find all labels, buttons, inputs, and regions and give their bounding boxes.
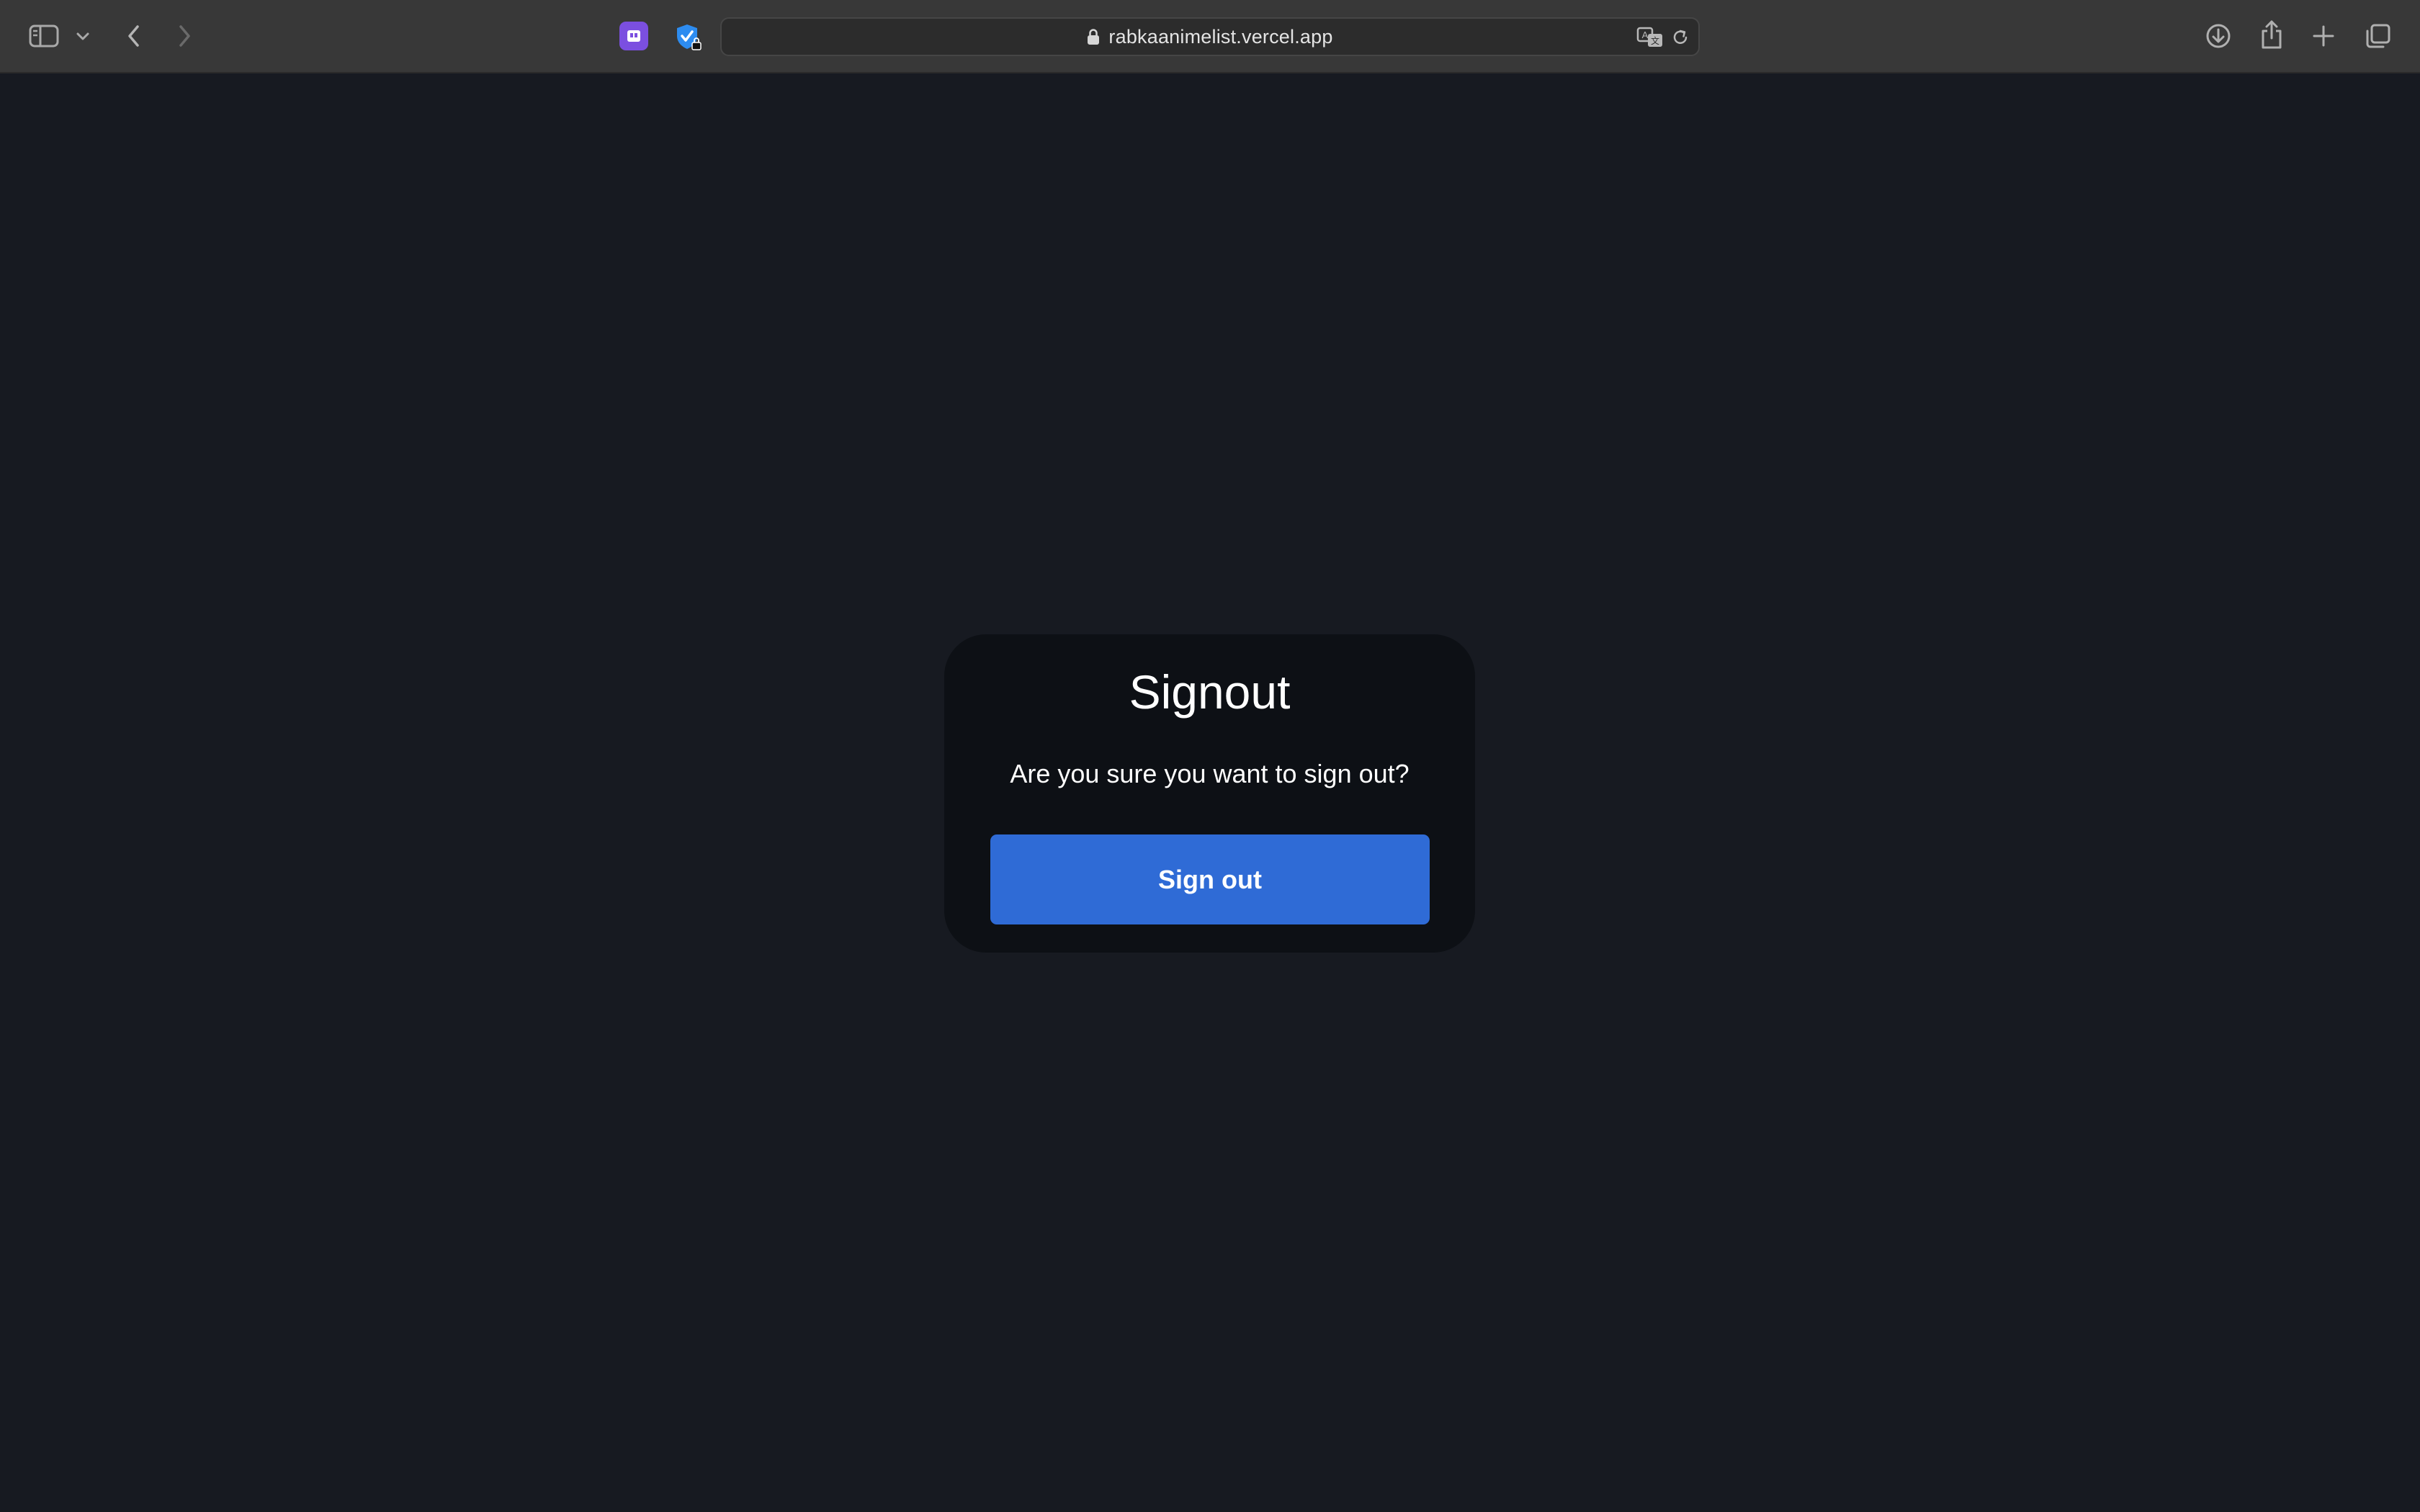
lock-icon [1088,29,1100,45]
translate-button[interactable]: A 文 [1636,25,1665,50]
chevron-right-icon [179,25,190,47]
url-text: rabkaanimelist.vercel.app [1108,25,1333,48]
share-button[interactable] [2257,17,2286,52]
back-button[interactable] [120,20,148,52]
downloads-button[interactable] [2202,20,2234,52]
plus-icon [2313,25,2334,47]
reload-icon [1673,30,1688,44]
page-content: Signout Are you sure you want to sign ou… [0,73,2420,1512]
confirmation-message: Are you sure you want to sign out? [1010,759,1410,788]
sidebar-toggle-button[interactable] [26,22,62,50]
new-tab-button[interactable] [2309,20,2338,52]
shield-check-icon[interactable] [673,22,702,50]
signout-card: Signout Are you sure you want to sign ou… [944,634,1475,953]
sidebar-icon [29,24,59,48]
share-icon [2262,20,2282,49]
address-bar[interactable]: rabkaanimelist.vercel.app A 文 [720,17,1700,56]
browser-toolbar: rabkaanimelist.vercel.app A 文 [0,0,2420,73]
tab-overview-button[interactable] [2362,20,2394,52]
page-title: Signout [1129,665,1291,719]
svg-text:文: 文 [1651,35,1659,46]
sidebar-menu-button[interactable] [72,26,94,46]
chevron-down-icon [76,32,89,40]
chevron-left-icon [128,25,139,47]
purple-extension-icon[interactable] [619,22,648,50]
translate-icon: A 文 [1636,27,1662,47]
sign-out-button[interactable]: Sign out [990,834,1430,924]
download-icon [2206,24,2231,48]
reload-button[interactable] [1670,27,1691,48]
forward-button[interactable] [170,20,199,52]
tabs-icon [2366,24,2390,48]
svg-text:A: A [1642,30,1649,40]
